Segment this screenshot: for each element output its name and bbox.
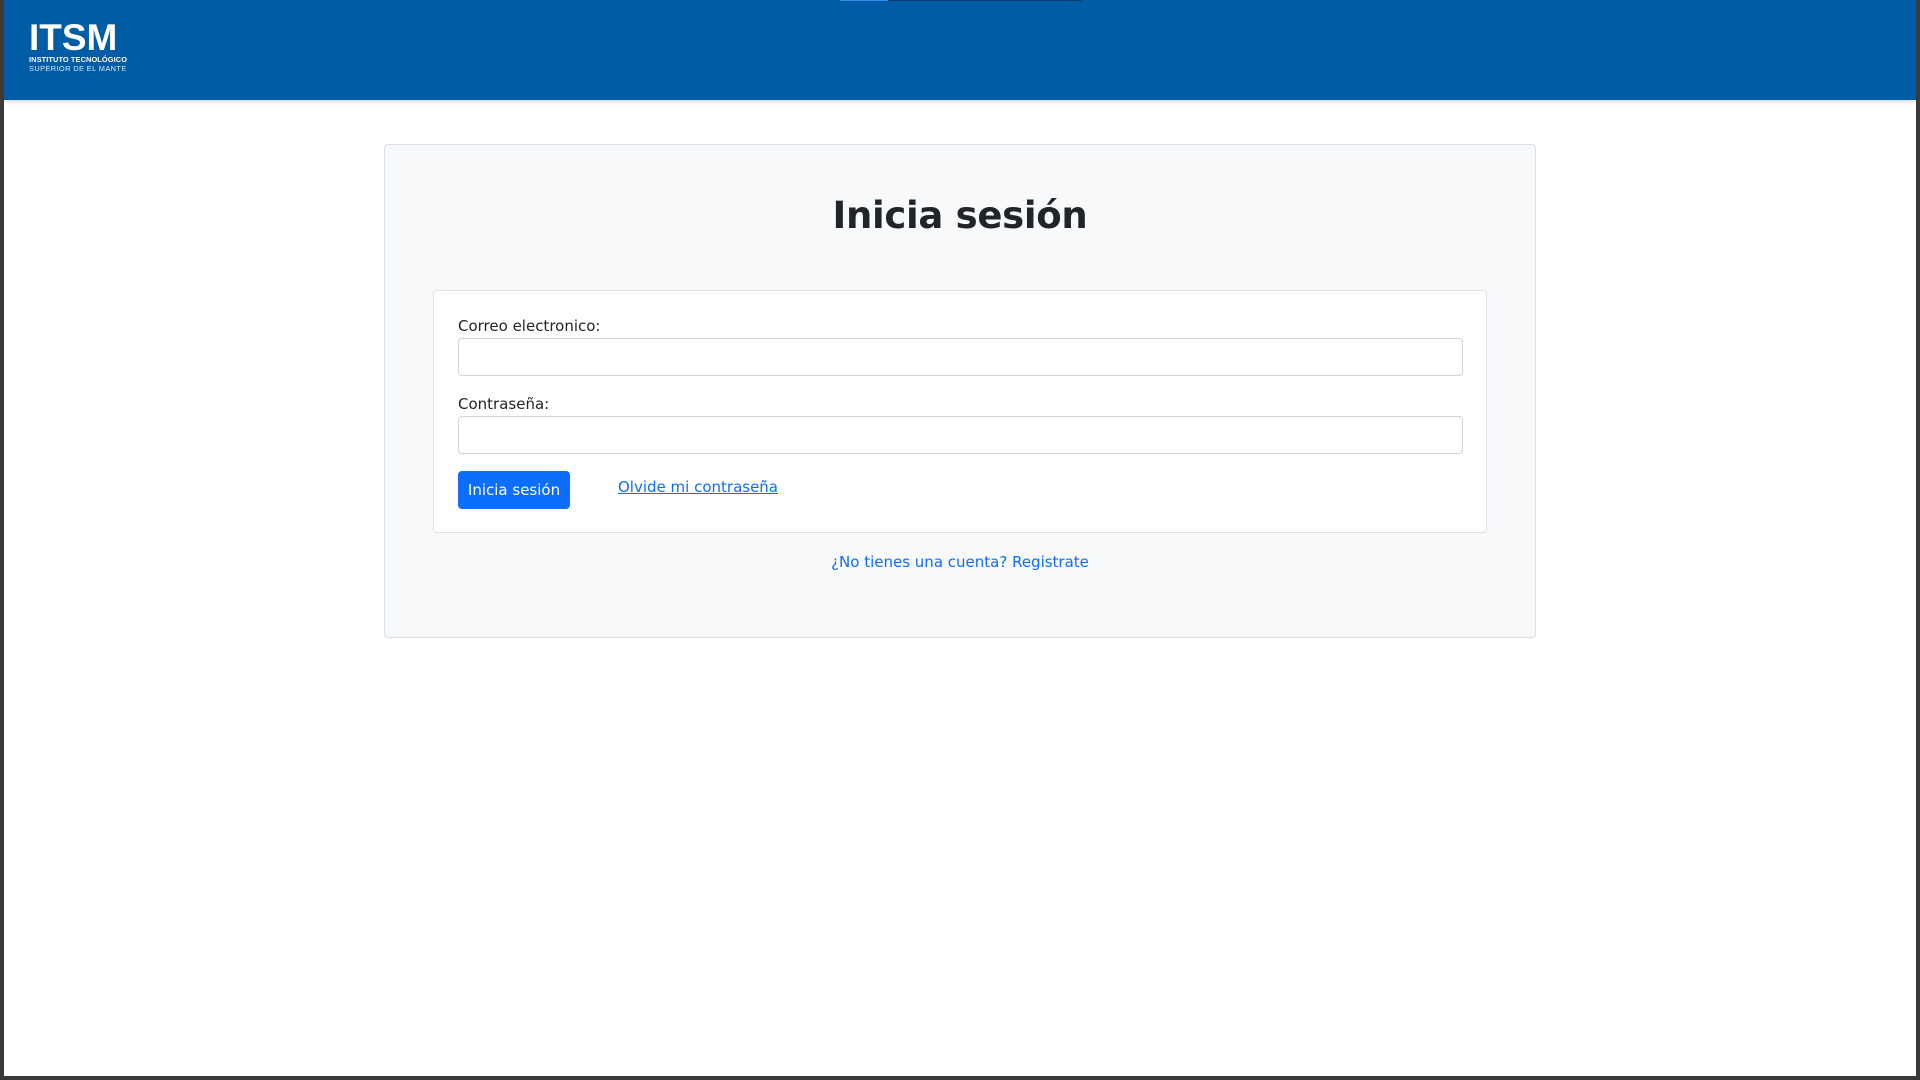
- logo-subtitle-line2: SUPERIOR DE EL MANTE: [29, 64, 127, 73]
- register-link[interactable]: ¿No tienes una cuenta? Registrate: [831, 553, 1089, 571]
- email-field[interactable]: [458, 338, 1463, 376]
- login-form: Correo electronico: Contraseña: Inicia s…: [433, 290, 1487, 533]
- email-label: Correo electronico:: [458, 317, 601, 335]
- logo-subtitle-line1: INSTITUTO TECNOLÓGICO: [29, 55, 128, 64]
- header-accent-strip: [840, 0, 888, 1]
- logo-main-text: ITSM: [29, 17, 118, 58]
- site-header: ITSM INSTITUTO TECNOLÓGICO SUPERIOR DE E…: [4, 0, 1916, 100]
- login-button[interactable]: Inicia sesión: [458, 471, 570, 509]
- itsm-logo[interactable]: ITSM INSTITUTO TECNOLÓGICO SUPERIOR DE E…: [29, 17, 135, 78]
- page-title: Inicia sesión: [832, 194, 1088, 237]
- register-prompt: ¿No tienes una cuenta? Registrate: [385, 552, 1535, 572]
- password-field[interactable]: [458, 416, 1463, 454]
- header-dark-strip: [888, 0, 1082, 1]
- browser-viewport: ITSM INSTITUTO TECNOLÓGICO SUPERIOR DE E…: [4, 0, 1916, 1076]
- login-card: Inicia sesión Correo electronico: Contra…: [384, 144, 1536, 638]
- password-label: Contraseña:: [458, 395, 550, 413]
- forgot-password-link[interactable]: Olvide mi contraseña: [618, 477, 778, 497]
